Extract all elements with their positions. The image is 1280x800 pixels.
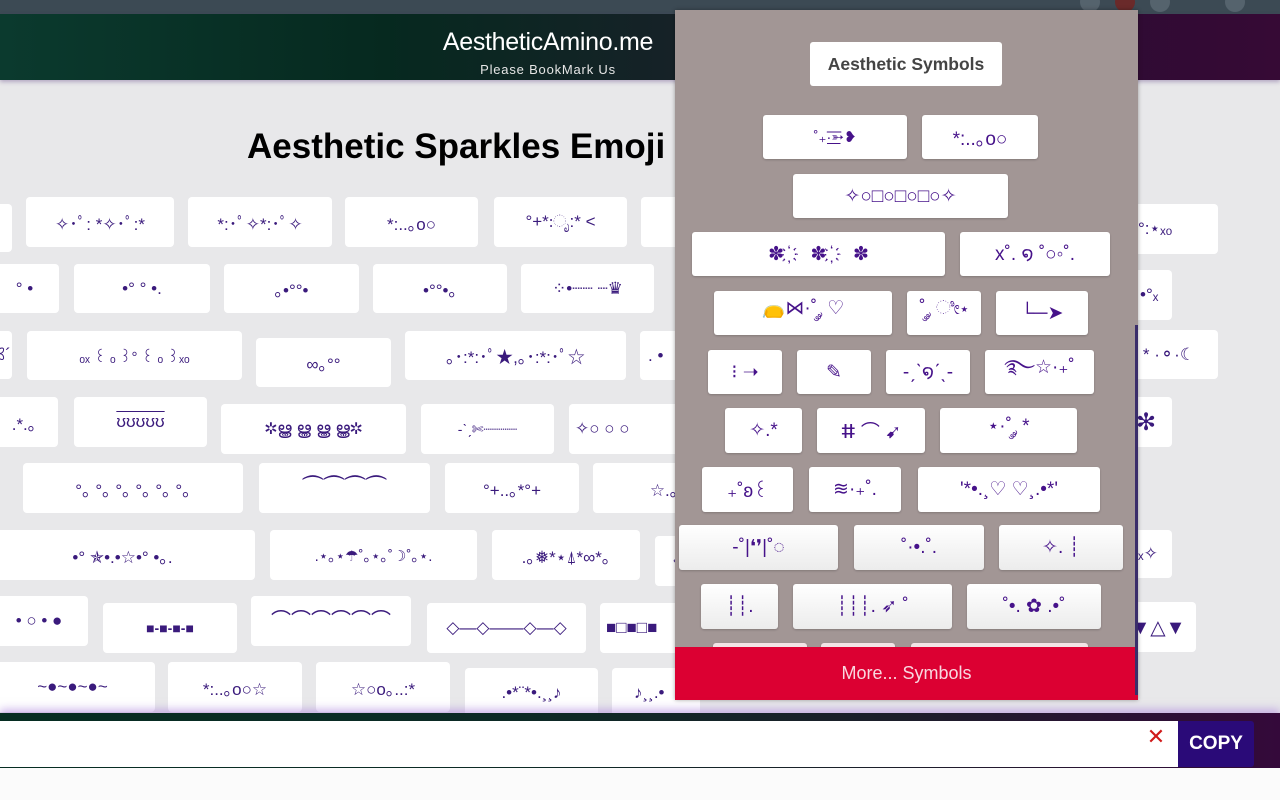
symbol-button[interactable]: °+..｡*°+ xyxy=(445,463,579,513)
symbol-button[interactable]: .*.｡ xyxy=(0,397,58,447)
popup-symbol-button[interactable]: x˚. ໑ ˚○◦˚. xyxy=(960,232,1110,276)
symbol-button[interactable]: ₒₓ ꒰ ₒ ꒱° ꒰ ₒ ꒱ₓₒ xyxy=(27,331,242,380)
copy-button[interactable]: COPY xyxy=(1178,721,1254,767)
popup-symbol-button[interactable]: ┊┊┊. ➶ ˚ xyxy=(793,584,952,629)
symbol-button[interactable]: ✲ൠ ൠ ൠ ൠ✲ xyxy=(221,404,406,454)
popup-symbol-button[interactable]: ࿐☆·₊˚ xyxy=(985,350,1094,394)
popup-symbol-button[interactable]: ˚ ༘ ೀ⋆ xyxy=(907,291,981,335)
symbol-button[interactable]: •° ✯•.•☆•° •｡. xyxy=(0,530,255,580)
symbol-button[interactable]: -ˋˏ✄┈┈┈┈ xyxy=(421,404,554,454)
symbol-button[interactable]: ∞｡°° xyxy=(256,338,391,387)
symbol-button[interactable]: ｡•°°• xyxy=(224,264,359,313)
symbol-button[interactable]: .｡❅*⋆⍋*∞*｡ xyxy=(492,530,640,580)
symbol-button[interactable]: °+*:ೃ:* < xyxy=(494,197,627,247)
popup-symbol-button[interactable]: '*•.¸♡ ♡¸.•*' xyxy=(918,467,1100,512)
popup-symbol-button[interactable]: -ˏˋ໑ˊˎ- xyxy=(886,350,970,394)
symbol-button[interactable]: ✧･ﾟ: *✧･ﾟ:* xyxy=(26,197,174,247)
extension-icon[interactable] xyxy=(1150,0,1170,12)
popup-scrollbar[interactable] xyxy=(1135,325,1138,695)
popup-symbol-button[interactable]: ✎ xyxy=(797,350,871,394)
symbol-button[interactable]: *:･ﾟ✧*:･ﾟ✧ xyxy=(188,197,332,247)
symbol-button[interactable]: ｡･:*:･ﾟ★,｡･:*:･ﾟ☆ xyxy=(405,331,626,380)
popup-symbol-button[interactable]: ⋆·˚ ༘ * xyxy=(940,408,1077,453)
symbol-button[interactable] xyxy=(0,204,12,252)
symbol-button[interactable]: ° • xyxy=(0,264,59,313)
popup-symbol-button[interactable]: 👝⋈·˚ ༘ ♡ xyxy=(714,291,892,335)
symbol-button[interactable]: ☆○o｡..:* xyxy=(316,662,450,712)
symbol-button[interactable]: *:..｡o○☆ xyxy=(168,662,302,712)
copy-text-input[interactable] xyxy=(0,721,1178,767)
popup-symbol-button[interactable]: ✧.* xyxy=(725,408,802,453)
profile-avatar[interactable] xyxy=(1225,0,1245,12)
symbol-button[interactable]: .•*¨*•.¸¸♪ xyxy=(465,668,598,718)
symbol-button[interactable]: • ○ • ● xyxy=(0,596,88,646)
popup-symbol-button[interactable]: ✧. ┊ xyxy=(999,525,1123,570)
symbol-button[interactable]: •° ° •. xyxy=(74,264,210,313)
popup-symbol-button[interactable]: ˚•. ✿ .•˚ xyxy=(967,584,1101,629)
popup-symbol-button[interactable]: ⁝ ➝ xyxy=(708,350,782,394)
symbol-button[interactable]: .⋆｡⋆☂˚｡⋆｡˚☽˚｡⋆. xyxy=(270,530,477,580)
clear-icon[interactable]: ✕ xyxy=(1145,724,1167,750)
symbol-button[interactable]: °｡ °｡ °｡ °｡ °｡ °｡ xyxy=(23,463,243,513)
symbol-button[interactable]: *:..｡o○ xyxy=(345,197,478,247)
page-bottom xyxy=(0,768,1280,800)
popup-symbol-button[interactable]: ˚₊·͟͟͟͟͟͟͞͞͞͞͞͞➳❥ xyxy=(763,115,907,159)
popup-symbol-button[interactable]: ˚·•.˚. xyxy=(854,525,984,570)
symbol-button[interactable]: ■-■-■-■ xyxy=(103,603,237,653)
symbol-button[interactable]: ⁘•┈┈ ┈♛ xyxy=(521,264,654,313)
popup-symbol-button[interactable]: ₊˚ʚ꒰ xyxy=(702,467,793,512)
more-symbols-button[interactable]: More... Symbols xyxy=(675,647,1138,700)
popup-symbol-button[interactable]: ┊┊. xyxy=(701,584,778,629)
popup-symbol-button[interactable]: ≋·₊˚. xyxy=(809,467,901,512)
symbol-button[interactable]: ʊʊʊʊʊ xyxy=(74,397,207,447)
symbol-button[interactable]: ꕤ´ xyxy=(0,331,12,379)
popup-symbol-button[interactable]: ✽ ҉ ✽ ҉ ✽ xyxy=(692,232,945,276)
popup-symbol-button[interactable]: -˚|❛❜|˚◌ xyxy=(679,525,838,570)
popup-symbol-button[interactable]: ⵌ ⌒ ➹ xyxy=(817,408,925,453)
popup-symbol-button[interactable]: └─➤ xyxy=(996,291,1088,335)
popup-symbol-button[interactable]: ✧○□○□○□○✧ xyxy=(793,174,1008,218)
symbol-button[interactable]: ~●~●~●~ xyxy=(0,662,155,712)
page-title: Aesthetic Sparkles Emoji xyxy=(247,127,666,166)
popup-title[interactable]: Aesthetic Symbols xyxy=(810,42,1002,86)
symbol-button[interactable]: ⏜⏜⏜⏜ xyxy=(259,463,430,513)
popup-symbol-button[interactable]: *:..｡o○ xyxy=(922,115,1038,159)
symbol-button[interactable]: ◇—◇——◇—◇ xyxy=(427,603,586,653)
symbol-button[interactable]: •°°•｡ xyxy=(373,264,507,313)
aesthetic-symbols-popup: Aesthetic Symbols ˚₊·͟͟͟͟͟͟͞͞͞͞͞͞➳❥ *:..… xyxy=(675,10,1138,700)
symbol-button[interactable]: ⌒⌒⌒⌒⌒⌒ xyxy=(251,596,411,646)
